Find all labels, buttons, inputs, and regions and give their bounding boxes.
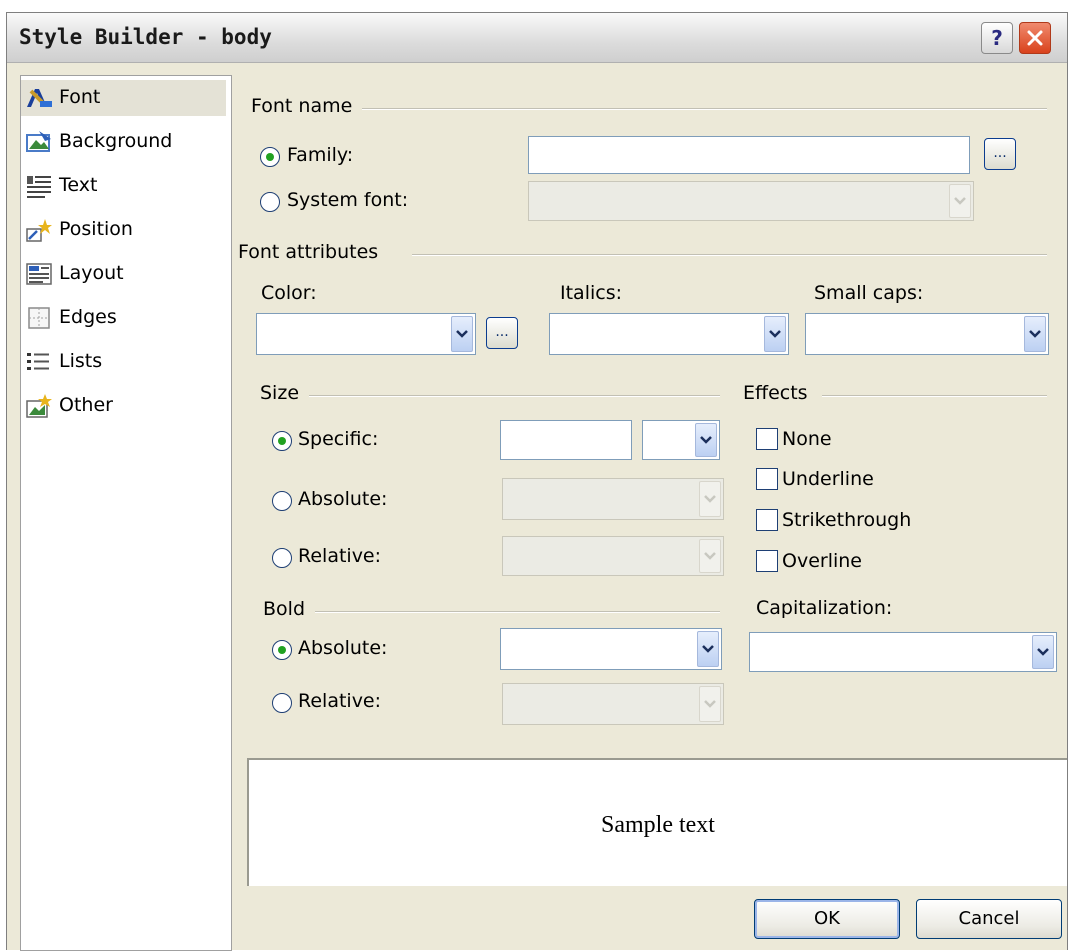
help-button[interactable]: ?: [981, 22, 1013, 54]
bold-divider: [307, 611, 720, 613]
layout-icon: [26, 263, 52, 285]
chevron-down-icon: [949, 184, 971, 218]
chevron-down-icon: [699, 539, 721, 573]
system-font-select[interactable]: [528, 181, 974, 221]
style-builder-dialog: Style Builder - body ? Font Background T…: [6, 12, 1068, 951]
italics-label: Italics:: [560, 282, 623, 304]
capitalization-label: Capitalization:: [756, 597, 893, 619]
color-select[interactable]: [256, 313, 476, 355]
size-absolute-label: Absolute:: [298, 488, 388, 510]
chevron-down-icon: [697, 631, 719, 667]
size-absolute-radio[interactable]: [272, 491, 292, 511]
edges-icon: [28, 307, 50, 329]
system-font-label: System font:: [287, 189, 409, 211]
bold-absolute-label: Absolute:: [298, 637, 388, 659]
effects-strikethrough-label: Strikethrough: [782, 509, 912, 531]
effects-strikethrough-checkbox[interactable]: [756, 509, 778, 531]
bold-relative-select[interactable]: [502, 683, 724, 725]
sidebar-item-label: Other: [59, 394, 113, 416]
italics-select[interactable]: [549, 313, 789, 355]
sidebar-item-label: Layout: [59, 262, 124, 284]
size-relative-label: Relative:: [298, 545, 382, 567]
font-settings-panel: Font name Family: ... System font: Font …: [232, 75, 1067, 951]
sidebar-item-other[interactable]: Other: [21, 388, 226, 424]
color-browse-button[interactable]: ...: [486, 317, 518, 349]
family-browse-button[interactable]: ...: [984, 138, 1016, 170]
font-icon: [27, 89, 52, 107]
chevron-down-icon: [699, 686, 721, 722]
chevron-down-icon: [451, 316, 473, 352]
sidebar-item-label: Position: [59, 218, 133, 240]
chevron-down-icon: [1024, 316, 1046, 352]
chevron-down-icon: [699, 481, 721, 517]
family-input[interactable]: [528, 136, 970, 174]
category-sidebar: Font Background Text Position Layout Edg…: [20, 75, 232, 951]
other-icon: [26, 394, 52, 418]
preview-area: Sample text: [247, 758, 1067, 886]
bold-absolute-radio[interactable]: [272, 640, 292, 660]
sidebar-item-background[interactable]: Background: [21, 124, 226, 160]
font-name-divider: [362, 108, 1047, 110]
lists-icon: [27, 353, 49, 370]
sidebar-item-label: Text: [59, 174, 98, 196]
dialog-title: Style Builder - body: [19, 25, 272, 49]
system-font-radio[interactable]: [260, 192, 280, 212]
sidebar-item-font[interactable]: Font: [21, 80, 226, 116]
sidebar-item-label: Lists: [59, 350, 103, 372]
effects-group-label: Effects: [743, 382, 818, 404]
preview-sample-text: Sample text: [601, 812, 715, 838]
bold-absolute-select[interactable]: [500, 628, 722, 670]
font-attributes-group-label: Font attributes: [238, 241, 389, 263]
sidebar-item-label: Background: [59, 130, 173, 152]
size-unit-select[interactable]: [642, 420, 720, 460]
effects-divider: [822, 395, 1047, 397]
small-caps-label: Small caps:: [814, 282, 924, 304]
chevron-down-icon: [1032, 635, 1054, 669]
text-icon: [27, 176, 51, 198]
effects-none-label: None: [782, 428, 832, 450]
size-absolute-select[interactable]: [502, 478, 724, 520]
effects-none-checkbox[interactable]: [756, 428, 778, 450]
chevron-down-icon: [695, 423, 717, 457]
capitalization-select[interactable]: [749, 632, 1057, 672]
sidebar-item-position[interactable]: Position: [21, 212, 226, 248]
sidebar-item-label: Font: [59, 86, 101, 108]
background-icon: [26, 131, 51, 152]
sidebar-item-label: Edges: [59, 306, 117, 328]
size-specific-label: Specific:: [298, 428, 379, 450]
chevron-down-icon: [764, 316, 786, 352]
effects-overline-label: Overline: [782, 550, 862, 572]
bold-group-label: Bold: [263, 598, 315, 620]
close-button[interactable]: [1019, 22, 1051, 54]
size-group-label: Size: [260, 382, 310, 404]
title-bar[interactable]: Style Builder - body ?: [7, 13, 1067, 63]
font-attributes-divider: [412, 254, 1047, 256]
size-specific-radio[interactable]: [272, 431, 292, 451]
ok-button[interactable]: OK: [754, 899, 900, 939]
sidebar-item-lists[interactable]: Lists: [21, 344, 226, 380]
effects-underline-label: Underline: [782, 468, 874, 490]
size-specific-input[interactable]: [500, 420, 632, 460]
sidebar-item-edges[interactable]: Edges: [21, 300, 226, 336]
bold-relative-label: Relative:: [298, 690, 382, 712]
small-caps-select[interactable]: [805, 313, 1049, 355]
cancel-button[interactable]: Cancel: [916, 899, 1062, 939]
bold-relative-radio[interactable]: [272, 693, 292, 713]
color-label: Color:: [261, 282, 317, 304]
sidebar-item-text[interactable]: Text: [21, 168, 226, 204]
size-divider: [302, 395, 720, 397]
effects-underline-checkbox[interactable]: [756, 468, 778, 490]
sidebar-item-layout[interactable]: Layout: [21, 256, 226, 292]
font-name-group-label: Font name: [251, 95, 363, 117]
close-icon: [1027, 30, 1043, 46]
size-relative-radio[interactable]: [272, 548, 292, 568]
position-icon: [26, 219, 52, 242]
effects-overline-checkbox[interactable]: [756, 550, 778, 572]
size-relative-select[interactable]: [502, 536, 724, 576]
family-radio[interactable]: [260, 147, 280, 167]
help-icon: ?: [991, 26, 1003, 50]
family-label: Family:: [287, 144, 354, 166]
